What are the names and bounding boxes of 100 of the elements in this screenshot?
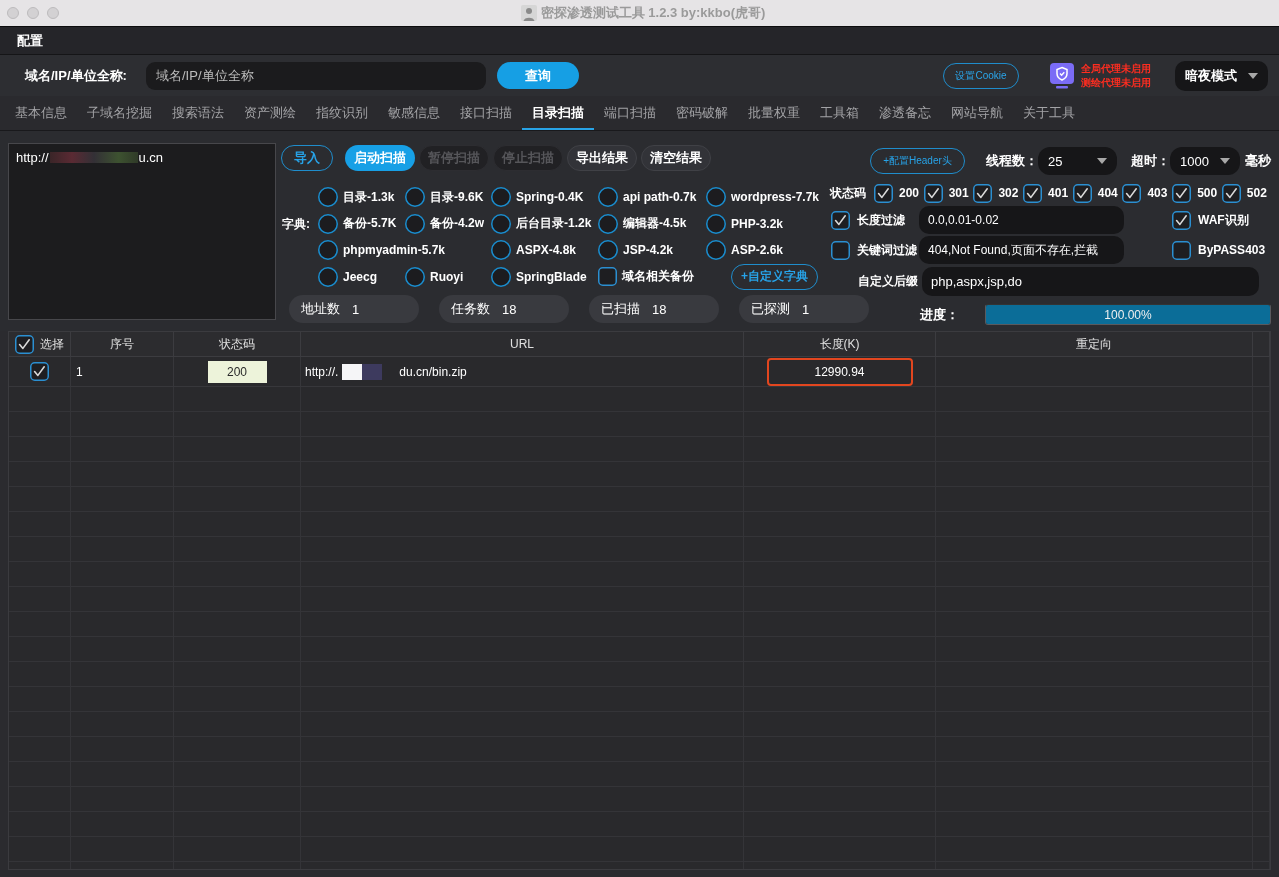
field-label: 域名/IP/单位全称: [25, 66, 128, 85]
tab[interactable]: 网站导航 [941, 96, 1013, 130]
target-list-field[interactable]: http:// u.cn [8, 143, 276, 320]
dictionary-radio[interactable]: Spring-0.4K [491, 187, 584, 208]
checkbox-icon[interactable] [1122, 183, 1142, 203]
stat-value: 1 [352, 301, 360, 317]
radio-icon[interactable] [491, 187, 511, 208]
avatar-icon [520, 5, 537, 21]
tab[interactable]: 指纹识别 [306, 96, 378, 130]
tab[interactable]: 接口扫描 [450, 96, 522, 130]
status-code-checkbox[interactable]: 404 [1072, 183, 1123, 203]
status-code-checkbox[interactable]: 401 [1023, 183, 1073, 203]
radio-icon[interactable] [318, 240, 338, 261]
option-checkbox[interactable]: WAF识别 [1172, 210, 1249, 230]
radio-icon[interactable] [598, 240, 618, 261]
column-header: 序号 [110, 335, 134, 353]
checkbox-icon[interactable] [1221, 183, 1241, 203]
radio-icon[interactable] [318, 213, 338, 234]
radio-icon[interactable] [706, 213, 726, 234]
dictionary-radio[interactable]: 目录-1.3k [318, 187, 395, 208]
radio-icon[interactable] [318, 266, 338, 287]
dictionary-radio[interactable]: 目录-9.6K [405, 187, 484, 208]
checkbox-icon[interactable] [1172, 183, 1192, 203]
column-header: 重定向 [1076, 335, 1112, 353]
filter-field[interactable]: 0.0,0.01-0.02 [919, 206, 1124, 234]
checkbox-icon[interactable] [1023, 183, 1043, 203]
radio-icon[interactable] [598, 187, 618, 208]
radio-icon[interactable] [598, 213, 618, 234]
stat-value: 18 [652, 301, 667, 317]
tab[interactable]: 工具箱 [810, 96, 869, 130]
column-header: 选择 [40, 335, 64, 353]
tab[interactable]: 基本信息 [5, 96, 77, 130]
dictionary-radio[interactable]: api path-0.7k [598, 187, 697, 208]
tab[interactable]: 关于工具 [1013, 96, 1085, 130]
progress-reading: 100.00% [1104, 307, 1152, 322]
dictionary-radio[interactable]: 备份-5.7K [318, 213, 397, 234]
menu-item[interactable]: 配置 [17, 31, 43, 50]
checkbox-icon[interactable] [831, 240, 850, 260]
threads-select[interactable]: 25 [1038, 147, 1117, 175]
dictionary-radio[interactable]: 编辑器-4.5k [598, 213, 687, 234]
dictionary-radio[interactable]: JSP-4.2k [598, 240, 674, 261]
tab[interactable]: 子域名挖掘 [77, 96, 162, 130]
search-field[interactable]: 域名/IP/单位全称 [146, 61, 486, 90]
radio-icon[interactable] [405, 187, 425, 208]
dictionary-checkbox[interactable]: 域名相关备份 [598, 267, 694, 287]
checkbox-icon[interactable] [831, 210, 850, 230]
radio-icon[interactable] [706, 187, 726, 208]
proxy-status-text: 全局代理未启用 [1081, 61, 1151, 76]
tab[interactable]: 资产测绘 [234, 96, 306, 130]
tab[interactable]: 搜索语法 [162, 96, 234, 130]
checkbox-icon[interactable] [1172, 240, 1191, 260]
tab[interactable]: 批量权重 [738, 96, 810, 130]
dictionary-radio[interactable]: SpringBlade [491, 266, 587, 287]
dictionary-radio[interactable]: phpmyadmin-5.7k [318, 240, 446, 261]
row-checkbox[interactable] [30, 362, 49, 381]
status-code-checkbox[interactable]: 302 [973, 183, 1024, 203]
radio-icon[interactable] [405, 266, 425, 287]
tab[interactable]: 渗透备忘 [869, 96, 941, 130]
theme-select[interactable]: 暗夜模式 [1175, 60, 1268, 91]
timeout-label: 超时： [1131, 152, 1170, 170]
timeout-select[interactable]: 1000 [1170, 147, 1240, 175]
dictionary-radio[interactable]: Jeecg [318, 266, 378, 287]
tab[interactable]: 端口扫描 [594, 96, 666, 130]
status-code-checkbox[interactable]: 500 [1172, 183, 1222, 203]
checkbox-icon[interactable] [1072, 183, 1092, 203]
tab[interactable]: 密码破解 [666, 96, 738, 130]
status-code-checkbox[interactable]: 403 [1122, 183, 1173, 203]
suffix-field[interactable]: php,aspx,jsp,do [922, 267, 1259, 296]
status-code-checkbox[interactable]: 502 [1221, 183, 1267, 203]
radio-icon[interactable] [491, 240, 511, 261]
status-code-checkbox[interactable]: 200 [874, 183, 924, 203]
dictionary-radio[interactable]: 备份-4.2w [405, 213, 484, 234]
checkbox-icon[interactable] [598, 267, 617, 287]
filter-checkbox[interactable]: 关键词过滤 [831, 240, 919, 260]
checkbox-icon[interactable] [973, 183, 993, 203]
checkbox-icon[interactable] [874, 183, 893, 203]
dictionary-radio[interactable]: wordpress-7.7k [706, 187, 820, 208]
dictionary-radio[interactable]: ASPX-4.8k [491, 240, 577, 261]
radio-icon[interactable] [491, 266, 511, 287]
export-button[interactable]: 导出结果 [567, 145, 637, 171]
radio-icon[interactable] [706, 240, 726, 261]
filter-field[interactable]: 404,Not Found,页面不存在,拦截 [919, 236, 1124, 264]
checkbox-icon[interactable] [1172, 210, 1191, 230]
dictionary-radio[interactable]: 后台目录-1.2k [491, 213, 592, 234]
dictionary-radio[interactable]: ASP-2.6k [706, 240, 784, 261]
radio-icon[interactable] [491, 213, 511, 234]
status-code-checkbox[interactable]: 301 [923, 183, 974, 203]
checkbox-icon[interactable] [923, 183, 943, 203]
filter-checkbox[interactable]: 长度过滤 [831, 210, 919, 230]
radio-icon[interactable] [318, 187, 338, 208]
column-header: URL [510, 337, 534, 351]
tab[interactable]: 敏感信息 [378, 96, 450, 130]
select-all-checkbox[interactable] [15, 334, 34, 354]
dictionary-radio[interactable]: Ruoyi [405, 266, 464, 287]
dictionary-radio[interactable]: PHP-3.2k [706, 213, 784, 234]
clear-button[interactable]: 清空结果 [641, 145, 711, 171]
radio-icon[interactable] [405, 213, 425, 234]
table-cell: 1 [76, 364, 83, 379]
stat-label: 任务数 [451, 300, 490, 318]
option-checkbox[interactable]: ByPASS403 [1172, 240, 1266, 260]
